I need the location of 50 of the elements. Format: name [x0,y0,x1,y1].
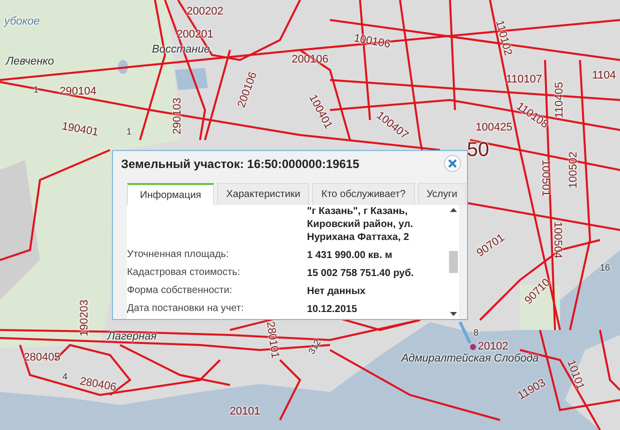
parcel-number-label: 16 [599,264,611,272]
parcel-number-label: 200106 [236,70,260,112]
field-label: Дата постановки на учет: [127,303,245,316]
parcel-number-label: 8 [472,328,480,338]
parcel-number-label: 290103 [172,96,184,136]
parcel-number-label: 20101 [228,406,262,418]
field-value: Нет данных [307,285,366,298]
parcel-number-label: 10101 [564,357,586,394]
field-label: Кадастровая стоимость: [127,267,242,280]
field-value: "г Казань", г Казань, Кировский район, ул. Нурихана Фаттаха, 2 [307,205,414,244]
tab[interactable]: Услуги [418,183,466,205]
scroll-up-icon[interactable] [450,208,456,212]
field-value: 10.12.2015 [307,303,358,316]
parcel-number-label: 190401 [60,121,100,139]
tab[interactable]: Характеристики [217,183,310,205]
parcel-number-label: 190203 [80,298,90,338]
tab[interactable]: Кто обслуживает? [312,183,415,205]
parcel-number-label: 100106 [352,33,392,51]
field-value: 1 431 990.00 кв. м [307,249,394,262]
parcel-number-label: 200202 [186,6,224,18]
parcel-number-label: 1 [126,128,132,136]
popup-title: Земельный участок: 16:50:000000:19615 [121,156,360,170]
close-button[interactable] [444,155,461,172]
field-label: Форма собственности: [127,285,234,298]
parcel-number-label: 290104 [58,86,98,98]
parcel-number-label: 20102 [476,342,510,352]
parcel-number-label: 280101 [264,320,280,361]
parcel-number-label: 100501 [540,158,550,198]
parcel-number-label: 110102 [492,18,514,59]
place-name-label: Лагерная [106,332,158,342]
parcel-number-label: 312 [306,336,324,358]
parcel-number-label: 4 [62,372,68,382]
scrollbar[interactable] [447,205,459,319]
lake-name-label: убокое [2,16,41,28]
parcel-number-label: 100425 [474,122,514,134]
field-value: 15 002 758 751.40 руб. [307,267,415,280]
tab[interactable]: Информация [127,183,214,205]
parcel-number-label: 110405 [554,81,566,120]
parcel-number-label: 100504 [552,220,562,260]
place-name-label: Адмиралтейская Слобода [400,354,540,364]
parcel-number-label: 100502 [568,150,580,190]
scrollbar-thumb[interactable] [448,251,458,273]
field-label: Уточненная площадь: [127,249,230,262]
close-icon [448,159,457,168]
parcel-number-label: 50 [466,140,490,160]
parcel-number-label: 110107 [505,74,543,86]
parcel-number-label: 1104 [591,70,617,82]
scroll-down-icon[interactable] [450,312,456,316]
parcel-number-label: 280406 [78,376,118,394]
place-name-label: Левченко [4,56,55,68]
